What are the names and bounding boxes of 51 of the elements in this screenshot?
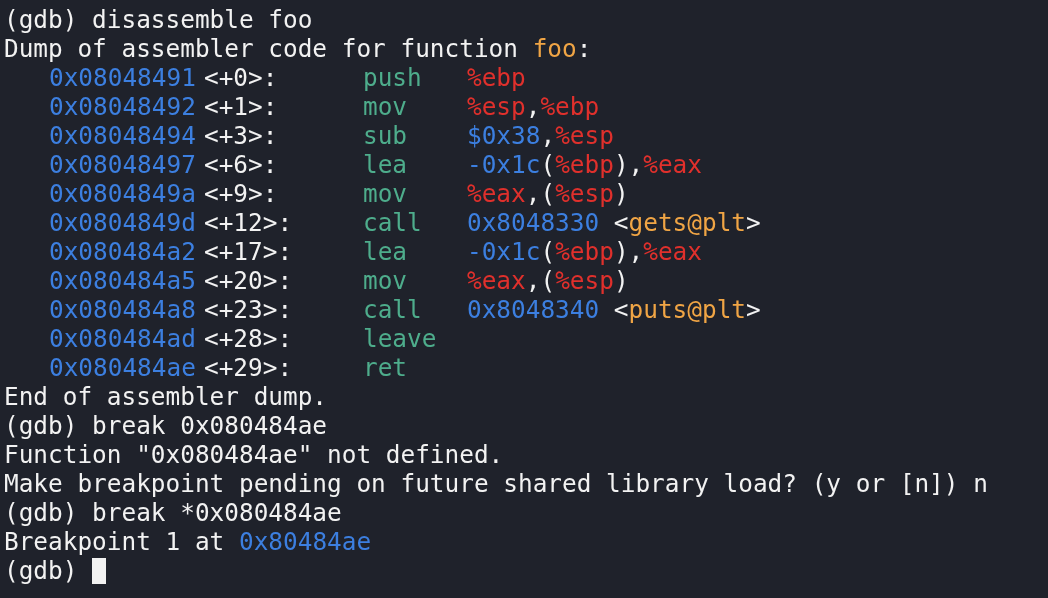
address-text: 0x08048494	[49, 121, 196, 150]
address-text: 0x08048492	[49, 92, 196, 121]
terminal-line: End of assembler dump.	[4, 382, 328, 411]
offset-text: <+20>:	[204, 266, 293, 295]
operands-text: %esp,%ebp	[467, 92, 600, 121]
mnemonic-text: mov	[363, 179, 408, 208]
mnemonic-text: sub	[363, 121, 408, 150]
address-text: 0x080484a8	[49, 295, 196, 324]
address-text: 0x08048497	[49, 150, 196, 179]
terminal-line: (gdb) disassemble foo	[4, 5, 313, 34]
offset-text: <+17>:	[204, 237, 293, 266]
terminal-line: Make breakpoint pending on future shared library load? (y or [n]) n	[4, 469, 988, 498]
offset-text: <+29>:	[204, 353, 293, 382]
mnemonic-text: mov	[363, 266, 408, 295]
address-text: 0x0804849a	[49, 179, 196, 208]
address-text: 0x080484a2	[49, 237, 196, 266]
operands-text: -0x1c(%ebp),%eax	[467, 237, 702, 266]
operands-text: $0x38,%esp	[467, 121, 614, 150]
operands-text: 0x8048340 <puts@plt>	[467, 295, 761, 324]
mnemonic-text: call	[363, 295, 422, 324]
address-text: 0x080484ad	[49, 324, 196, 353]
offset-text: <+28>:	[204, 324, 293, 353]
address-text: 0x0804849d	[49, 208, 196, 237]
offset-text: <+6>:	[204, 150, 278, 179]
operands-text: %eax,(%esp)	[467, 266, 629, 295]
prompt-text: (gdb)	[4, 556, 78, 585]
mnemonic-text: mov	[363, 92, 408, 121]
address-text: 0x08048491	[49, 63, 196, 92]
offset-text: <+23>:	[204, 295, 293, 324]
terminal-line: (gdb) break *0x080484ae	[4, 498, 342, 527]
mnemonic-text: call	[363, 208, 422, 237]
mnemonic-text: lea	[363, 150, 408, 179]
mnemonic-text: leave	[363, 324, 437, 353]
address-text: 0x080484a5	[49, 266, 196, 295]
mnemonic-text: push	[363, 63, 422, 92]
terminal-line: Function "0x080484ae" not defined.	[4, 440, 504, 469]
terminal-line: (gdb) break 0x080484ae	[4, 411, 328, 440]
operands-text: 0x8048330 <gets@plt>	[467, 208, 761, 237]
mnemonic-text: ret	[363, 353, 408, 382]
offset-text: <+0>:	[204, 63, 278, 92]
operands-text: -0x1c(%ebp),%eax	[467, 150, 702, 179]
mnemonic-text: lea	[363, 237, 408, 266]
offset-text: <+9>:	[204, 179, 278, 208]
offset-text: <+1>:	[204, 92, 278, 121]
offset-text: <+12>:	[204, 208, 293, 237]
address-text: 0x080484ae	[49, 353, 196, 382]
terminal-line: Breakpoint 1 at 0x80484ae	[4, 527, 372, 556]
operands-text: %ebp	[467, 63, 526, 92]
offset-text: <+3>:	[204, 121, 278, 150]
operands-text: %eax,(%esp)	[467, 179, 629, 208]
terminal-line: Dump of assembler code for function foo:	[4, 34, 592, 63]
